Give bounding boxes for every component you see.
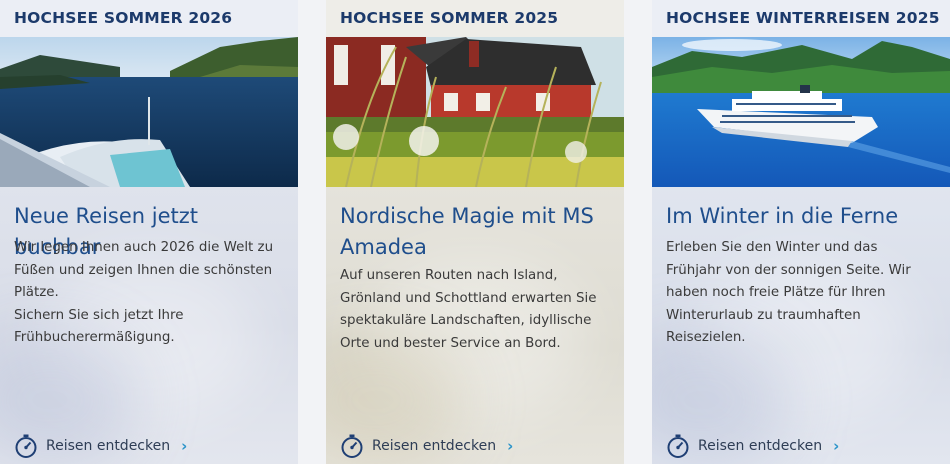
teaser-card-sommer-2025[interactable]: HOCHSEE SOMMER 2025 Nordische Magie mit … <box>326 0 624 464</box>
discover-trips-link[interactable]: Reisen entdecken › <box>14 433 187 459</box>
chevron-right-icon: › <box>507 437 514 455</box>
card-image-cruise-ship-sea[interactable] <box>652 37 950 187</box>
card-eyebrow: HOCHSEE SOMMER 2025 <box>326 0 624 37</box>
cta-label: Reisen entdecken <box>46 438 171 454</box>
stopwatch-icon <box>667 434 689 458</box>
card-image-nordic-houses[interactable] <box>326 37 624 187</box>
teaser-card-sommer-2026[interactable]: HOCHSEE SOMMER 2026 Neue Reisen jetzt bu… <box>0 0 298 464</box>
chevron-right-icon: › <box>833 437 840 455</box>
card-image-cruise-ship-bow[interactable] <box>0 37 298 187</box>
card-title[interactable]: Nordische Magie mit MS Amadea <box>340 201 614 263</box>
chevron-right-icon: › <box>181 437 188 455</box>
discover-trips-link[interactable]: Reisen entdecken › <box>666 433 839 459</box>
card-eyebrow: HOCHSEE SOMMER 2026 <box>0 0 298 37</box>
cta-label: Reisen entdecken <box>372 438 497 454</box>
card-text: Auf unseren Routen nach Island, Grönland… <box>340 268 597 351</box>
cta-label: Reisen entdecken <box>698 438 823 454</box>
teaser-card-winterreisen-2025[interactable]: HOCHSEE WINTERREISEN 2025 Im Winter in d… <box>652 0 950 464</box>
card-title[interactable]: Im Winter in die Ferne <box>666 201 940 232</box>
card-text: Erleben Sie den Winter und das Frühjahr … <box>666 240 911 345</box>
stopwatch-icon <box>15 434 37 458</box>
stopwatch-icon <box>341 434 363 458</box>
discover-trips-link[interactable]: Reisen entdecken › <box>340 433 513 459</box>
card-eyebrow: HOCHSEE WINTERREISEN 2025 <box>652 0 950 37</box>
card-text: Wir legen Ihnen auch 2026 die Welt zu Fü… <box>14 240 274 345</box>
